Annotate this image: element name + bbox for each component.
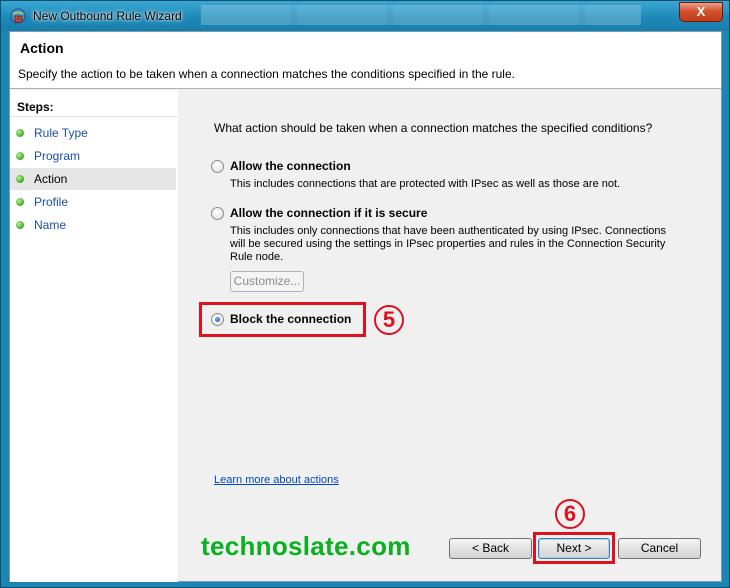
next-button[interactable]: Next > — [538, 538, 610, 559]
step-5-marker: 5 — [374, 305, 404, 335]
step-label: Name — [34, 218, 67, 232]
title-bar[interactable]: New Outbound Rule Wizard X — [1, 1, 729, 31]
wizard-header: Action Specify the action to be taken wh… — [10, 32, 721, 89]
watermark-text: technoslate.com — [201, 531, 411, 561]
allow-connection-label[interactable]: Allow the connection — [230, 159, 351, 173]
page-description: Specify the action to be taken when a co… — [18, 67, 515, 81]
firewall-icon — [10, 8, 26, 24]
step-status-dot-icon — [16, 175, 24, 183]
allow-secure-label[interactable]: Allow the connection if it is secure — [230, 206, 427, 220]
steps-panel: Steps: Rule Type Program Action Profile … — [10, 90, 178, 524]
step-6-marker: 6 — [555, 499, 585, 529]
step-item-action[interactable]: Action — [10, 168, 176, 190]
step-label: Action — [34, 172, 68, 186]
step-item-program[interactable]: Program — [10, 145, 176, 167]
step-status-dot-icon — [16, 129, 24, 137]
wizard-window: New Outbound Rule Wizard X Action Specif… — [0, 0, 730, 588]
page-title: Action — [20, 40, 64, 56]
window-title: New Outbound Rule Wizard — [33, 9, 182, 23]
customize-button[interactable]: Customize... — [230, 271, 304, 292]
highlight-box-block — [199, 302, 366, 337]
action-question: What action should be taken when a conne… — [214, 121, 653, 135]
allow-secure-description-line3: Rule node. — [230, 251, 284, 263]
steps-divider — [10, 116, 178, 117]
steps-panel-footer — [10, 524, 178, 582]
allow-connection-radio[interactable] — [211, 160, 224, 173]
step-status-dot-icon — [16, 221, 24, 229]
step-label: Rule Type — [34, 126, 88, 140]
close-button[interactable]: X — [679, 2, 723, 22]
steps-heading: Steps: — [17, 100, 54, 114]
cancel-button[interactable]: Cancel — [618, 538, 701, 559]
step-item-profile[interactable]: Profile — [10, 191, 176, 213]
step-label: Profile — [34, 195, 69, 209]
step-item-rule-type[interactable]: Rule Type — [10, 122, 176, 144]
learn-more-link[interactable]: Learn more about actions — [214, 474, 339, 486]
allow-secure-description-line1: This includes only connections that have… — [230, 225, 666, 237]
allow-connection-description: This includes connections that are prote… — [230, 178, 621, 190]
step-item-name[interactable]: Name — [10, 214, 176, 236]
allow-secure-description-line2: will be secured using the settings in IP… — [230, 238, 666, 250]
step-label: Program — [34, 149, 81, 163]
step-status-dot-icon — [16, 198, 24, 206]
step-status-dot-icon — [16, 152, 24, 160]
back-button[interactable]: < Back — [449, 538, 532, 559]
allow-secure-radio[interactable] — [211, 207, 224, 220]
background-window-ghost — [201, 5, 641, 25]
